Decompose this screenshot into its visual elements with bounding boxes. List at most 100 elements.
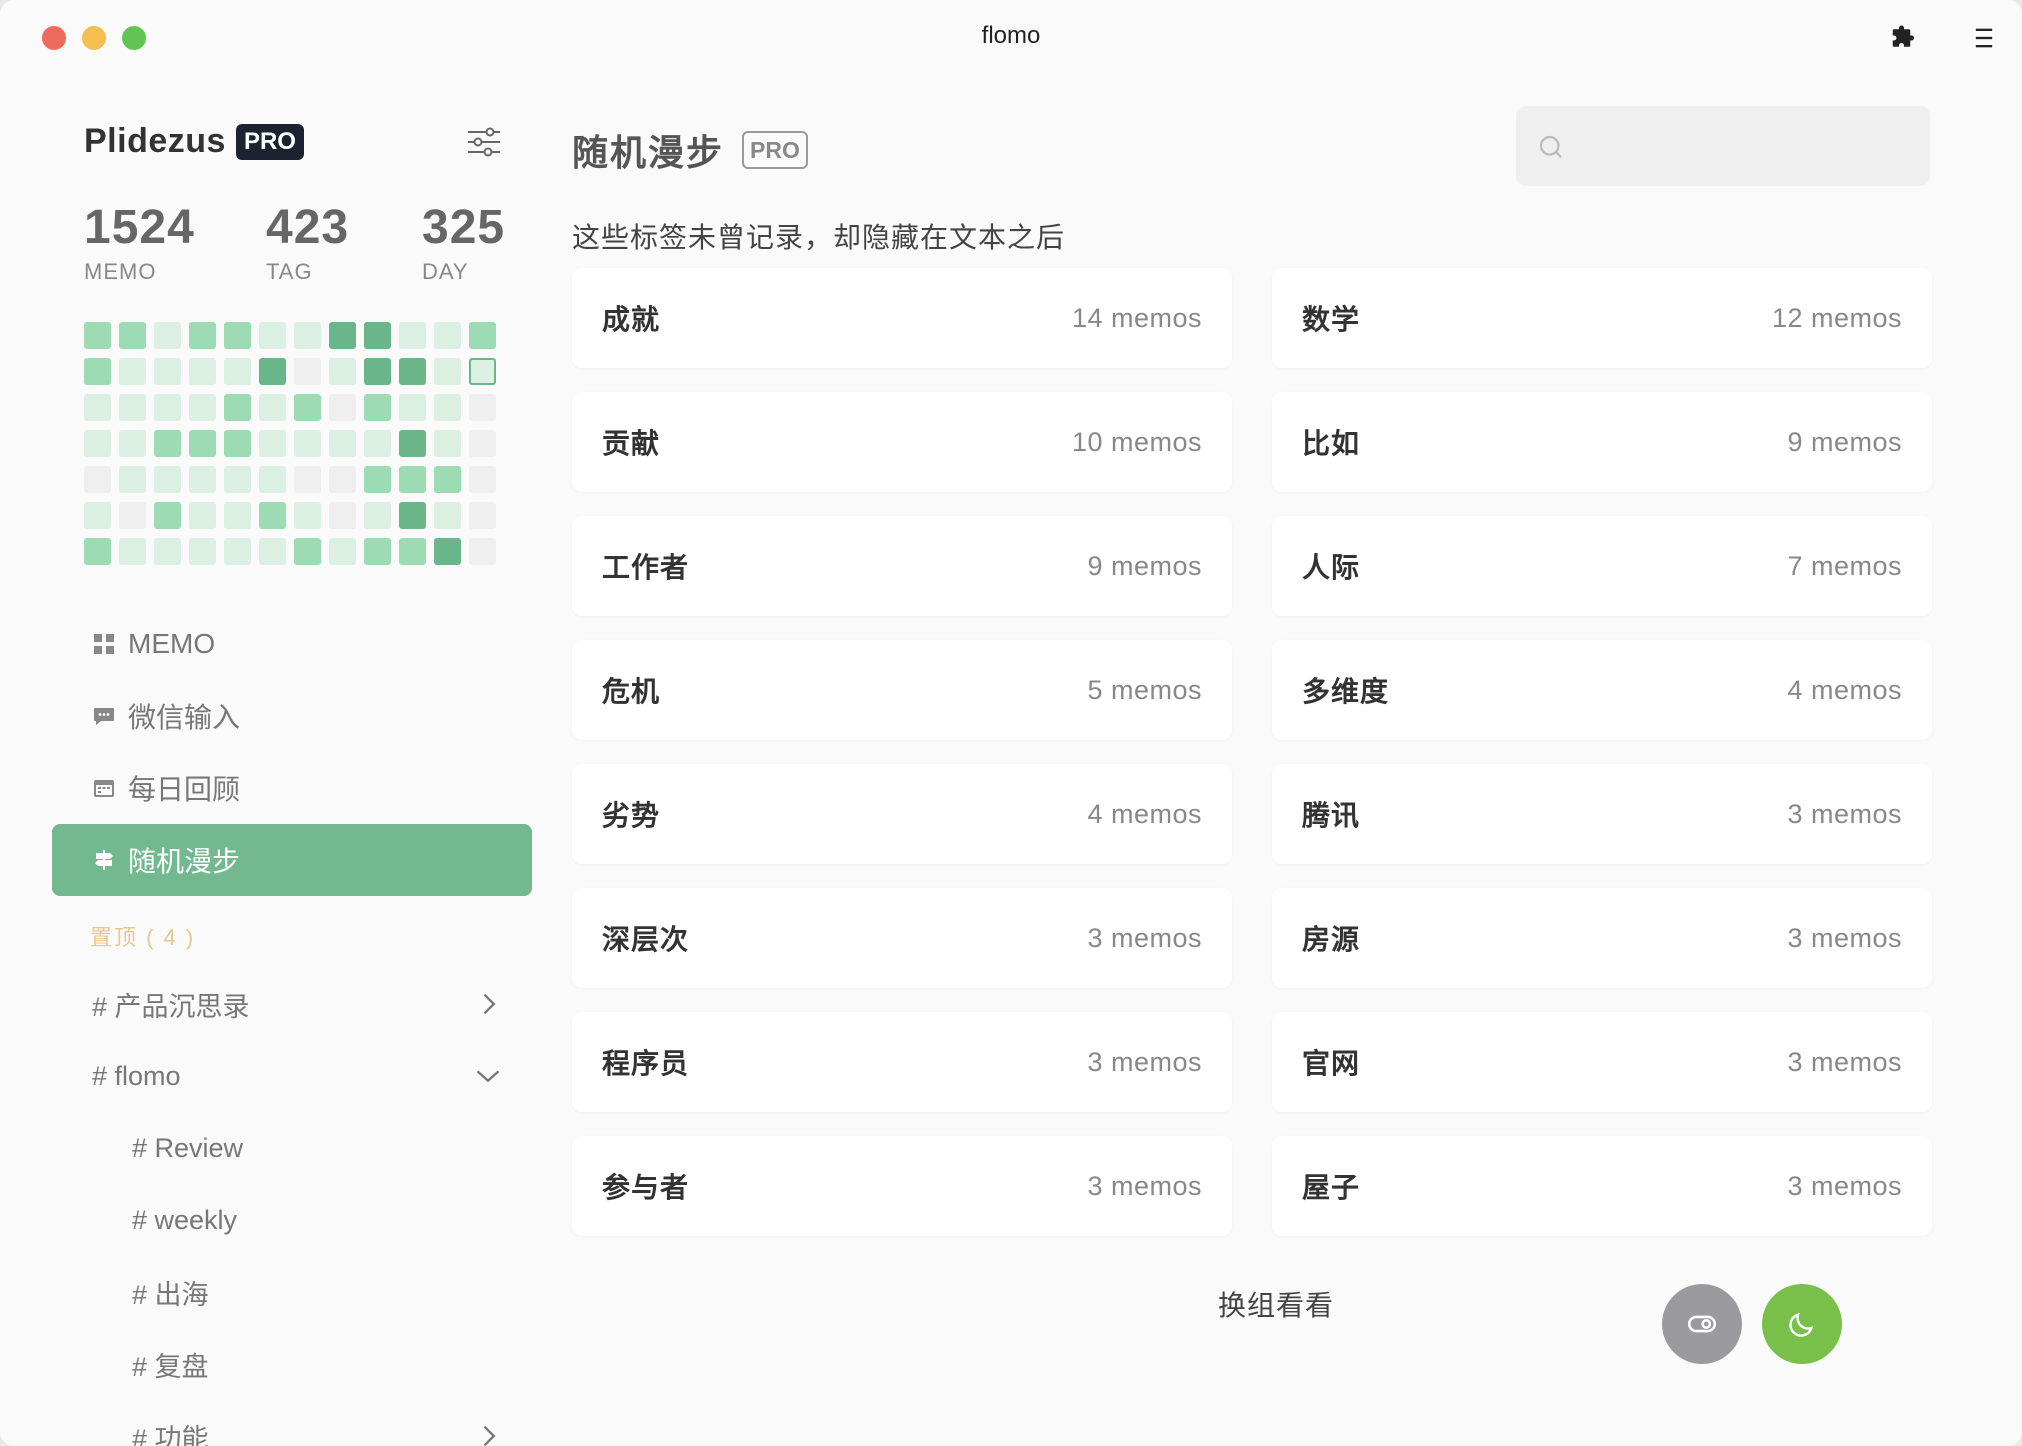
tag-item[interactable]: # flomo xyxy=(52,1040,532,1112)
heatmap-cell[interactable] xyxy=(434,466,461,493)
heatmap-cell[interactable] xyxy=(399,358,426,385)
heatmap-cell[interactable] xyxy=(224,538,251,565)
heatmap-cell[interactable] xyxy=(154,466,181,493)
heatmap-cell[interactable] xyxy=(469,466,496,493)
heatmap-cell[interactable] xyxy=(434,538,461,565)
heatmap-cell[interactable] xyxy=(399,502,426,529)
tag-item[interactable]: # 产品沉思录 xyxy=(52,968,532,1040)
heatmap-cell[interactable] xyxy=(84,394,111,421)
heatmap-cell[interactable] xyxy=(469,430,496,457)
heatmap-cell[interactable] xyxy=(364,394,391,421)
heatmap-cell[interactable] xyxy=(329,466,356,493)
chevron-right-icon[interactable] xyxy=(474,990,502,1018)
settings-sliders-icon[interactable] xyxy=(464,122,504,162)
heatmap-cell[interactable] xyxy=(224,394,251,421)
heatmap-cell[interactable] xyxy=(329,502,356,529)
toggle-switch-button[interactable] xyxy=(1662,1284,1742,1364)
heatmap-cell[interactable] xyxy=(364,358,391,385)
heatmap-cell[interactable] xyxy=(189,358,216,385)
heatmap-cell[interactable] xyxy=(189,538,216,565)
heatmap-cell[interactable] xyxy=(119,466,146,493)
heatmap-cell[interactable] xyxy=(119,538,146,565)
tag-card[interactable]: 人际 7 memos xyxy=(1272,516,1932,616)
heatmap-cell[interactable] xyxy=(399,394,426,421)
heatmap-cell-today[interactable] xyxy=(469,358,496,385)
heatmap-cell[interactable] xyxy=(224,502,251,529)
heatmap-cell[interactable] xyxy=(259,358,286,385)
tag-card[interactable]: 危机 5 memos xyxy=(572,640,1232,740)
heatmap-cell[interactable] xyxy=(119,430,146,457)
heatmap-cell[interactable] xyxy=(189,466,216,493)
heatmap-cell[interactable] xyxy=(259,322,286,349)
heatmap-cell[interactable] xyxy=(294,322,321,349)
tag-item[interactable]: # weekly xyxy=(52,1184,532,1256)
heatmap-cell[interactable] xyxy=(434,322,461,349)
hamburger-menu-icon[interactable] xyxy=(1964,18,2004,58)
heatmap-cell[interactable] xyxy=(364,322,391,349)
heatmap-cell[interactable] xyxy=(434,394,461,421)
heatmap-cell[interactable] xyxy=(154,358,181,385)
heatmap-cell[interactable] xyxy=(399,430,426,457)
heatmap-cell[interactable] xyxy=(224,322,251,349)
chevron-down-icon[interactable] xyxy=(474,1062,502,1090)
heatmap-cell[interactable] xyxy=(84,466,111,493)
tag-card[interactable]: 官网 3 memos xyxy=(1272,1012,1932,1112)
heatmap-cell[interactable] xyxy=(259,466,286,493)
tag-item[interactable]: # 功能 xyxy=(52,1400,532,1446)
sidebar-item-daily-review[interactable]: 每日回顾 xyxy=(52,752,532,824)
heatmap-cell[interactable] xyxy=(364,538,391,565)
heatmap-cell[interactable] xyxy=(154,394,181,421)
heatmap-cell[interactable] xyxy=(399,466,426,493)
chevron-right-icon[interactable] xyxy=(474,1422,502,1446)
heatmap-cell[interactable] xyxy=(294,358,321,385)
heatmap-cell[interactable] xyxy=(84,502,111,529)
heatmap-cell[interactable] xyxy=(154,322,181,349)
heatmap-cell[interactable] xyxy=(119,502,146,529)
heatmap-cell[interactable] xyxy=(399,538,426,565)
heatmap-cell[interactable] xyxy=(469,538,496,565)
heatmap-cell[interactable] xyxy=(84,430,111,457)
heatmap-cell[interactable] xyxy=(364,430,391,457)
sidebar-item-wechat[interactable]: 微信输入 xyxy=(52,680,532,752)
tag-card[interactable]: 多维度 4 memos xyxy=(1272,640,1932,740)
heatmap-cell[interactable] xyxy=(259,394,286,421)
tag-card[interactable]: 劣势 4 memos xyxy=(572,764,1232,864)
heatmap-cell[interactable] xyxy=(329,538,356,565)
heatmap-cell[interactable] xyxy=(364,502,391,529)
search-input[interactable] xyxy=(1578,124,1912,170)
tag-card[interactable]: 工作者 9 memos xyxy=(572,516,1232,616)
heatmap-cell[interactable] xyxy=(84,538,111,565)
heatmap-cell[interactable] xyxy=(189,394,216,421)
heatmap-cell[interactable] xyxy=(434,502,461,529)
heatmap-cell[interactable] xyxy=(329,322,356,349)
shuffle-button[interactable]: 换组看看 xyxy=(1196,1284,1356,1324)
sidebar-item-random-walk[interactable]: 随机漫步 xyxy=(52,824,532,896)
search-box[interactable] xyxy=(1516,106,1930,186)
tag-card[interactable]: 腾讯 3 memos xyxy=(1272,764,1932,864)
tag-card[interactable]: 贡献 10 memos xyxy=(572,392,1232,492)
heatmap-cell[interactable] xyxy=(259,538,286,565)
tag-card[interactable]: 屋子 3 memos xyxy=(1272,1136,1932,1236)
heatmap-cell[interactable] xyxy=(364,466,391,493)
heatmap-cell[interactable] xyxy=(469,322,496,349)
tag-card[interactable]: 数学 12 memos xyxy=(1272,268,1932,368)
heatmap-cell[interactable] xyxy=(119,322,146,349)
tag-card[interactable]: 比如 9 memos xyxy=(1272,392,1932,492)
heatmap-cell[interactable] xyxy=(154,538,181,565)
heatmap-cell[interactable] xyxy=(154,502,181,529)
tag-item[interactable]: # Review xyxy=(52,1112,532,1184)
heatmap-cell[interactable] xyxy=(84,358,111,385)
tag-item[interactable]: # 复盘 xyxy=(52,1328,532,1400)
heatmap-cell[interactable] xyxy=(189,502,216,529)
heatmap-cell[interactable] xyxy=(294,538,321,565)
heatmap-cell[interactable] xyxy=(119,358,146,385)
heatmap-cell[interactable] xyxy=(154,430,181,457)
heatmap-cell[interactable] xyxy=(294,466,321,493)
sidebar-item-memo[interactable]: MEMO xyxy=(52,608,532,680)
heatmap-cell[interactable] xyxy=(294,394,321,421)
tag-item[interactable]: # 出海 xyxy=(52,1256,532,1328)
heatmap-cell[interactable] xyxy=(259,430,286,457)
puzzle-icon[interactable] xyxy=(1884,18,1924,58)
heatmap-cell[interactable] xyxy=(259,502,286,529)
heatmap-cell[interactable] xyxy=(469,502,496,529)
